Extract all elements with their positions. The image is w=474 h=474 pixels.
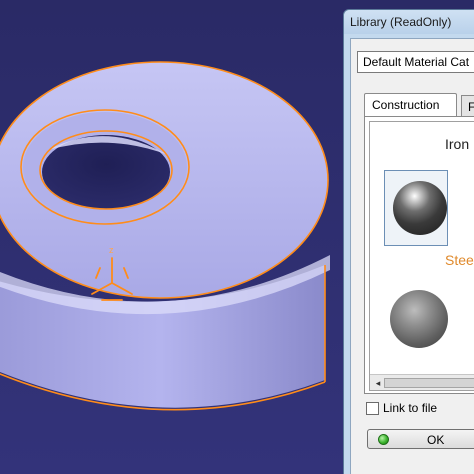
dialog-title: Library (ReadOnly) <box>350 15 452 29</box>
steel-sphere-icon <box>393 181 447 235</box>
material-panel: Iron Stee ◂ <box>364 116 474 394</box>
tab-construction[interactable]: Construction <box>364 93 457 117</box>
link-to-file-label: Link to file <box>383 401 438 415</box>
material-item-steel[interactable] <box>384 170 448 246</box>
horizontal-scrollbar[interactable]: ◂ <box>370 374 474 390</box>
material-label-steel[interactable]: Stee <box>445 252 474 268</box>
tab-next[interactable]: F <box>461 95 474 117</box>
axis-z-label: z <box>109 245 114 255</box>
dialog-titlebar[interactable]: Library (ReadOnly) <box>344 10 474 34</box>
scroll-thumb[interactable] <box>384 378 474 388</box>
material-label-iron[interactable]: Iron <box>445 136 469 152</box>
scroll-left-arrow-icon[interactable]: ◂ <box>372 377 384 389</box>
ok-label: OK <box>427 433 445 447</box>
library-dialog: Library (ReadOnly) Default Material Cat … <box>343 9 474 474</box>
ok-button[interactable]: OK <box>367 429 474 449</box>
link-to-file-checkbox[interactable] <box>366 402 379 415</box>
catalog-select[interactable]: Default Material Cat <box>357 51 474 73</box>
green-ok-dot-icon <box>378 434 389 445</box>
dialog-client-area: Default Material Cat Construction F Iron… <box>350 38 474 474</box>
material-list[interactable]: Iron Stee ◂ <box>369 121 474 391</box>
material-sphere-icon[interactable] <box>390 290 448 348</box>
